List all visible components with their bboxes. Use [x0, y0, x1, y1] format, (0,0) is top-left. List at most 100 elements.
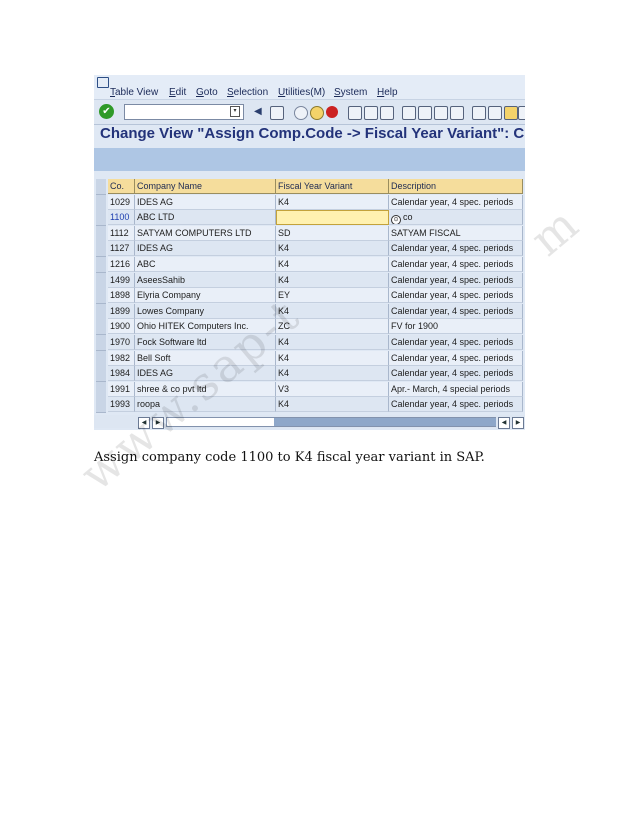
- cell-text: 1029: [110, 196, 131, 207]
- cell-text: Lowes Company: [137, 305, 205, 316]
- description-cell[interactable]: Apr.- March, 4 special periods: [389, 381, 523, 397]
- row-selector[interactable]: [96, 194, 106, 211]
- help-icon[interactable]: [518, 106, 525, 120]
- cell-text: 1970: [110, 337, 131, 347]
- menu-help[interactable]: Help: [377, 87, 398, 98]
- application-toolbar: [94, 148, 525, 171]
- company-name-cell: AseesSahib: [135, 272, 276, 288]
- column-header[interactable]: Description: [389, 179, 523, 194]
- row-selector[interactable]: [96, 225, 106, 242]
- row-selector[interactable]: [96, 366, 106, 383]
- fiscal-year-variant-cell[interactable]: K4: [276, 350, 389, 366]
- value-help-icon[interactable]: ⊙: [391, 215, 401, 225]
- description-cell[interactable]: Calendar year, 4 spec. periods: [389, 241, 523, 257]
- cell-text: Calendar year, 4 spec. periods: [391, 352, 514, 363]
- select-all-button[interactable]: [96, 179, 106, 195]
- ok-icon[interactable]: ✔: [99, 104, 114, 119]
- row-selector[interactable]: [96, 335, 106, 351]
- menu-goto[interactable]: Goto: [196, 87, 218, 98]
- co-code-cell: 1499: [108, 272, 135, 288]
- cell-text: SD: [278, 227, 291, 238]
- company-name-cell: Elyria Company: [135, 288, 276, 304]
- row-selector[interactable]: [96, 272, 106, 289]
- back-icon[interactable]: ◀: [254, 106, 266, 118]
- co-code-cell: 1112: [108, 225, 135, 241]
- description-cell[interactable]: Calendar year, 4 spec. periods: [389, 335, 523, 350]
- fiscal-year-variant-cell[interactable]: K4: [276, 194, 389, 210]
- cell-text: K4: [278, 243, 290, 254]
- description-cell[interactable]: Calendar year, 4 spec. periods: [389, 303, 523, 319]
- fiscal-year-variant-cell[interactable]: K4: [276, 272, 389, 288]
- page-title: Change View "Assign Comp.Code -> Fiscal …: [100, 125, 525, 142]
- scroll-end-right-icon[interactable]: ▶: [512, 417, 524, 429]
- new-session-icon[interactable]: [472, 106, 486, 120]
- fiscal-year-variant-cell[interactable]: V3: [276, 381, 389, 397]
- menu-bar: Table View Edit Goto Selection Utilities…: [94, 75, 525, 99]
- print-icon[interactable]: [348, 106, 362, 120]
- cell-text: Calendar year, 4 spec. periods: [391, 305, 514, 316]
- row-selector[interactable]: [96, 397, 106, 414]
- back-nav-icon[interactable]: [294, 106, 308, 120]
- row-selector[interactable]: [96, 319, 106, 336]
- co-code-cell: 1982: [108, 350, 135, 366]
- row-selector[interactable]: [96, 257, 106, 273]
- cancel-icon[interactable]: [326, 106, 338, 118]
- company-name-cell: IDES AG: [135, 241, 276, 257]
- shortcut-icon[interactable]: [488, 106, 502, 120]
- description-cell[interactable]: Calendar year, 4 spec. periods: [389, 366, 523, 382]
- description-cell[interactable]: Calendar year, 4 spec. periods: [389, 350, 523, 366]
- save-icon[interactable]: [270, 106, 284, 120]
- prev-page-icon[interactable]: [418, 106, 432, 120]
- menu-window-icon[interactable]: [97, 77, 109, 88]
- cell-text: Bell Soft: [137, 352, 171, 363]
- menu-selection[interactable]: Selection: [227, 87, 268, 98]
- description-cell[interactable]: SATYAM FISCAL: [389, 225, 523, 241]
- description-cell[interactable]: Calendar year, 4 spec. periods: [389, 257, 523, 272]
- next-page-icon[interactable]: [434, 106, 448, 120]
- column-header[interactable]: Fiscal Year Variant: [276, 179, 389, 194]
- row-selector[interactable]: [96, 288, 106, 305]
- row-selector[interactable]: [96, 381, 106, 398]
- description-cell[interactable]: FV for 1900: [389, 319, 523, 335]
- row-selector[interactable]: [96, 350, 106, 367]
- menu-table-view[interactable]: Table View: [110, 87, 158, 98]
- description-cell[interactable]: Calendar year, 4 spec. periods: [389, 194, 523, 210]
- fiscal-year-variant-cell[interactable]: K4: [276, 366, 389, 382]
- cell-text: K4: [278, 259, 290, 269]
- first-page-icon[interactable]: [402, 106, 416, 120]
- menu-utilities[interactable]: Utilities(M): [278, 87, 325, 98]
- scroll-end-left-icon[interactable]: ◀: [498, 417, 510, 429]
- cell-text: SATYAM COMPUTERS LTD: [137, 227, 252, 238]
- co-code-cell: 1991: [108, 381, 135, 397]
- cell-text: Calendar year, 4 spec. periods: [391, 243, 514, 254]
- description-cell[interactable]: Calendar year, 4 spec. periods: [389, 288, 523, 304]
- menu-system[interactable]: System: [334, 87, 367, 98]
- description-cell[interactable]: Calendar year, 4 spec. periods: [389, 272, 523, 288]
- row-selector[interactable]: [96, 241, 106, 258]
- fiscal-year-variant-input[interactable]: [276, 210, 389, 226]
- sap-screenshot: Table View Edit Goto Selection Utilities…: [94, 75, 525, 430]
- command-dropdown-icon[interactable]: ▾: [230, 106, 240, 117]
- description-cell[interactable]: ⊙ co: [389, 210, 523, 226]
- cell-text: IDES AG: [137, 243, 174, 254]
- menu-edit[interactable]: Edit: [169, 87, 186, 98]
- fiscal-year-variant-cell[interactable]: SD: [276, 225, 389, 241]
- layout-icon[interactable]: [504, 106, 518, 120]
- fiscal-year-variant-cell[interactable]: EY: [276, 288, 389, 304]
- fiscal-year-variant-cell[interactable]: K4: [276, 397, 389, 413]
- last-page-icon[interactable]: [450, 106, 464, 120]
- command-field[interactable]: [124, 104, 244, 120]
- cell-text: AseesSahib: [137, 274, 186, 285]
- column-header[interactable]: Co.: [108, 179, 135, 194]
- exit-icon[interactable]: [310, 106, 324, 120]
- scrollbar-thumb[interactable]: [274, 418, 496, 426]
- column-header[interactable]: Company Name: [135, 179, 276, 194]
- row-selector[interactable]: [96, 210, 106, 227]
- fiscal-year-variant-cell[interactable]: K4: [276, 257, 389, 272]
- row-selector[interactable]: [96, 303, 106, 320]
- find-next-icon[interactable]: [380, 106, 394, 120]
- fiscal-year-variant-cell[interactable]: K4: [276, 241, 389, 257]
- find-icon[interactable]: [364, 106, 378, 120]
- co-code-cell: 1898: [108, 288, 135, 304]
- description-cell[interactable]: Calendar year, 4 spec. periods: [389, 397, 523, 413]
